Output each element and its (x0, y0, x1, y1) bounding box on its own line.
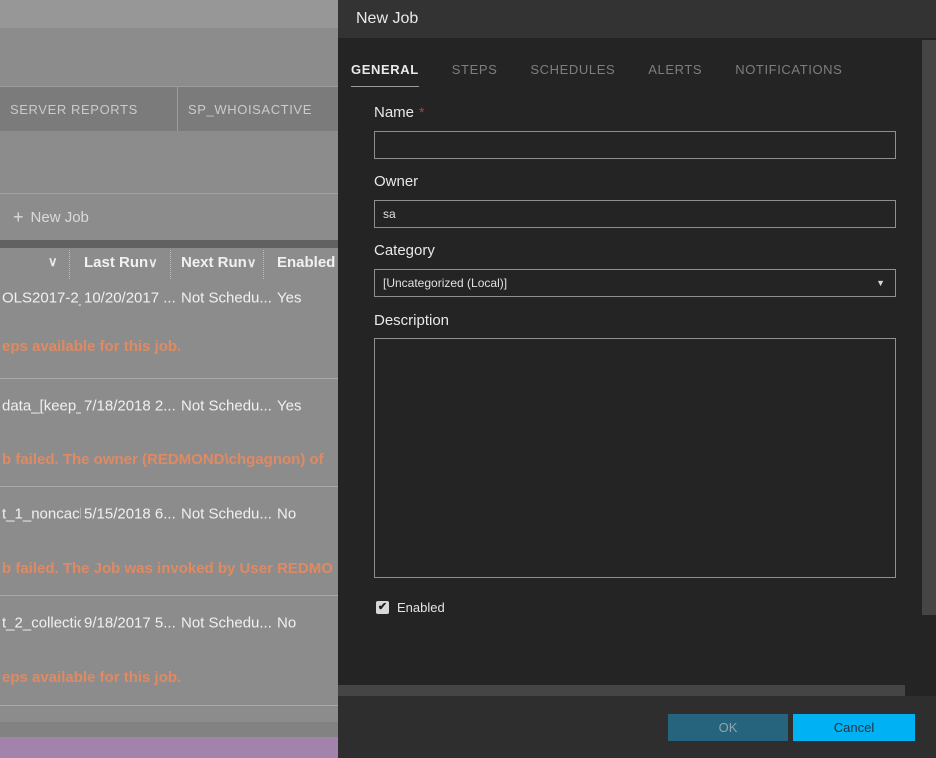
last-run-cell: 7/18/2018 2... (84, 398, 178, 415)
table-row[interactable]: data_[keep_ 7/18/2018 2... Not Schedu...… (0, 379, 338, 433)
last-run-cell: 10/20/2017 ... (84, 290, 178, 307)
status-bar (0, 737, 338, 758)
category-label: Category (374, 242, 435, 259)
job-error-message: eps available for this job. (0, 315, 338, 379)
tab-general[interactable]: GENERAL (351, 62, 419, 87)
enabled-cell: No (277, 615, 337, 632)
enabled-checkbox[interactable]: ✔ (376, 601, 389, 614)
next-run-cell: Not Schedu... (181, 506, 274, 523)
table-row[interactable]: t_2_collectic 9/18/2017 5... Not Schedu.… (0, 596, 338, 650)
vertical-scrollbar[interactable] (922, 40, 936, 615)
chevron-down-icon: ▼ (876, 278, 885, 288)
background-panel-edge (0, 722, 338, 737)
new-job-button[interactable]: + New Job (0, 193, 338, 240)
ok-button[interactable]: OK (668, 714, 788, 741)
column-header-next-run[interactable]: Next Run∨ (181, 254, 256, 271)
tab-label: SP_WHOISACTIVE (188, 102, 312, 117)
column-header-last-run[interactable]: Last Run∨ (84, 254, 158, 271)
tab-label: SERVER REPORTS (10, 102, 138, 117)
owner-label: Owner (374, 173, 418, 190)
last-run-cell: 5/15/2018 6... (84, 506, 178, 523)
enabled-cell: No (277, 506, 337, 523)
new-job-dialog: New Job GENERAL STEPS SCHEDULES ALERTS N… (338, 0, 936, 758)
tab-sp-whoisactive[interactable]: SP_WHOISACTIVE (178, 87, 322, 131)
sort-chevron-icon[interactable]: ∨ (48, 254, 58, 270)
column-label: Last Run (84, 254, 148, 271)
tab-steps[interactable]: STEPS (452, 62, 498, 86)
app-window: SERVER REPORTS SP_WHOISACTIVE + New Job … (0, 0, 936, 758)
job-error-message: b failed. The owner (REDMOND\chgagnon) o… (0, 433, 338, 487)
background-titlebar (0, 0, 338, 28)
column-label: Enabled (277, 254, 335, 271)
job-error-message: b failed. The Job was invoked by User RE… (0, 541, 338, 596)
job-name-cell: data_[keep_ (2, 398, 81, 415)
column-divider (263, 250, 264, 279)
next-run-cell: Not Schedu... (181, 290, 274, 307)
grid-top-divider (0, 240, 338, 248)
enabled-cell: Yes (277, 398, 337, 415)
new-job-button-label: New Job (31, 209, 89, 226)
category-select[interactable]: [Uncategorized (Local)] ▼ (374, 269, 896, 297)
required-asterisk: * (419, 104, 424, 120)
job-error-message: eps available for this job. (0, 650, 338, 706)
column-header-enabled[interactable]: Enabled (277, 254, 335, 271)
next-run-cell: Not Schedu... (181, 615, 274, 632)
cancel-button[interactable]: Cancel (793, 714, 915, 741)
description-textarea[interactable] (374, 338, 896, 578)
plus-icon: + (13, 207, 24, 228)
dialog-tab-bar: GENERAL STEPS SCHEDULES ALERTS NOTIFICAT… (338, 38, 936, 95)
background-spacer (0, 131, 338, 193)
job-name-cell: t_1_noncach (2, 506, 81, 523)
sort-chevron-icon: ∨ (247, 255, 257, 270)
table-row[interactable]: t_1_noncach 5/15/2018 6... Not Schedu...… (0, 487, 338, 541)
background-jobs-view: SERVER REPORTS SP_WHOISACTIVE + New Job … (0, 0, 338, 758)
category-selected-value: [Uncategorized (Local)] (383, 276, 507, 290)
owner-input[interactable] (374, 200, 896, 228)
job-name-cell: OLS2017-2_ (2, 290, 81, 307)
background-toolbar-area (0, 28, 338, 86)
job-name-cell: t_2_collectic (2, 615, 81, 632)
enabled-cell: Yes (277, 290, 337, 307)
column-label: Next Run (181, 254, 247, 271)
enabled-checkbox-row: ✔ Enabled (376, 600, 445, 615)
dialog-footer: OK Cancel (338, 696, 936, 758)
dialog-body: Name * Owner Category [Uncategorized (Loc… (338, 95, 922, 684)
jobs-table-header: ∨ Last Run∨ Next Run∨ Enabled (0, 248, 338, 281)
background-spacer (0, 706, 338, 722)
last-run-cell: 9/18/2017 5... (84, 615, 178, 632)
next-run-cell: Not Schedu... (181, 398, 274, 415)
horizontal-scrollbar[interactable] (338, 685, 905, 696)
checkmark-icon: ✔ (378, 602, 387, 613)
enabled-checkbox-label: Enabled (397, 600, 445, 615)
dialog-header: New Job (338, 0, 936, 38)
column-divider (69, 250, 70, 279)
description-label: Description (374, 312, 449, 329)
tab-server-reports[interactable]: SERVER REPORTS (0, 87, 178, 131)
dialog-title: New Job (356, 10, 418, 28)
table-row[interactable]: OLS2017-2_ 10/20/2017 ... Not Schedu... … (0, 281, 338, 315)
editor-tab-bar: SERVER REPORTS SP_WHOISACTIVE (0, 86, 338, 131)
name-input[interactable] (374, 131, 896, 159)
label-text: Name (374, 104, 414, 121)
tab-alerts[interactable]: ALERTS (648, 62, 702, 86)
tab-notifications[interactable]: NOTIFICATIONS (735, 62, 842, 86)
sort-chevron-icon: ∨ (148, 255, 158, 270)
tab-schedules[interactable]: SCHEDULES (530, 62, 615, 86)
column-divider (170, 250, 171, 279)
name-label: Name * (374, 104, 424, 121)
